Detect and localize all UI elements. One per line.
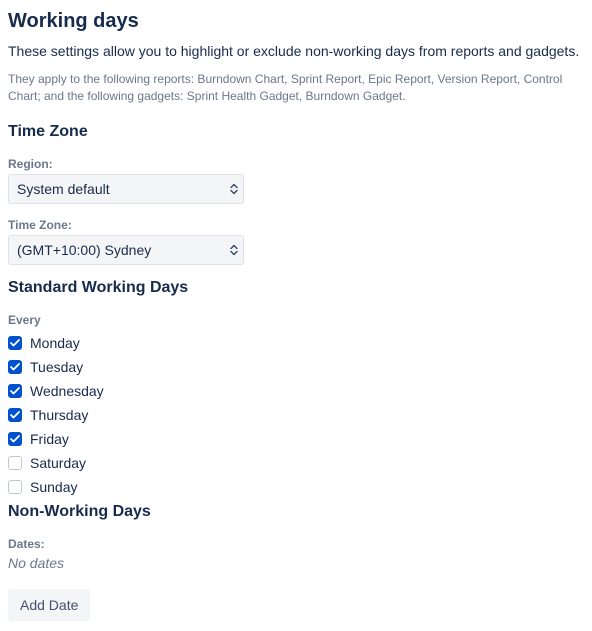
day-row: Sunday [8, 479, 584, 495]
day-label: Tuesday [30, 359, 83, 375]
day-row: Friday [8, 431, 584, 447]
day-label: Saturday [30, 455, 86, 471]
intro-text: These settings allow you to highlight or… [8, 43, 584, 59]
day-row: Tuesday [8, 359, 584, 375]
day-checkbox-monday[interactable] [8, 336, 22, 350]
day-checkbox-wednesday[interactable] [8, 384, 22, 398]
day-checkbox-tuesday[interactable] [8, 360, 22, 374]
timezone-field-group: Time Zone: (GMT+10:00) Sydney [8, 218, 584, 265]
region-field-group: Region: System default [8, 157, 584, 204]
day-label: Friday [30, 431, 69, 447]
day-row: Monday [8, 335, 584, 351]
day-label: Monday [30, 335, 80, 351]
every-label: Every [8, 313, 584, 327]
day-row: Saturday [8, 455, 584, 471]
subnote-text: They apply to the following reports: Bur… [8, 71, 584, 105]
add-date-button[interactable]: Add Date [8, 589, 90, 621]
day-checkbox-sunday[interactable] [8, 480, 22, 494]
page-title: Working days [8, 10, 584, 33]
days-list: Monday Tuesday Wednesday Thursday Friday Satu… [8, 335, 584, 495]
region-label: Region: [8, 157, 584, 171]
day-checkbox-friday[interactable] [8, 432, 22, 446]
day-checkbox-saturday[interactable] [8, 456, 22, 470]
timezone-select[interactable]: (GMT+10:00) Sydney [8, 235, 244, 265]
day-label: Wednesday [30, 383, 104, 399]
day-label: Thursday [30, 407, 88, 423]
region-select[interactable]: System default [8, 174, 244, 204]
day-checkbox-thursday[interactable] [8, 408, 22, 422]
timezone-section-title: Time Zone [8, 123, 584, 141]
timezone-label: Time Zone: [8, 218, 584, 232]
working-days-section-title: Standard Working Days [8, 279, 584, 297]
non-working-section-title: Non-Working Days [8, 503, 584, 521]
dates-label: Dates: [8, 537, 584, 551]
day-row: Thursday [8, 407, 584, 423]
day-row: Wednesday [8, 383, 584, 399]
day-label: Sunday [30, 479, 77, 495]
no-dates-text: No dates [8, 555, 584, 571]
